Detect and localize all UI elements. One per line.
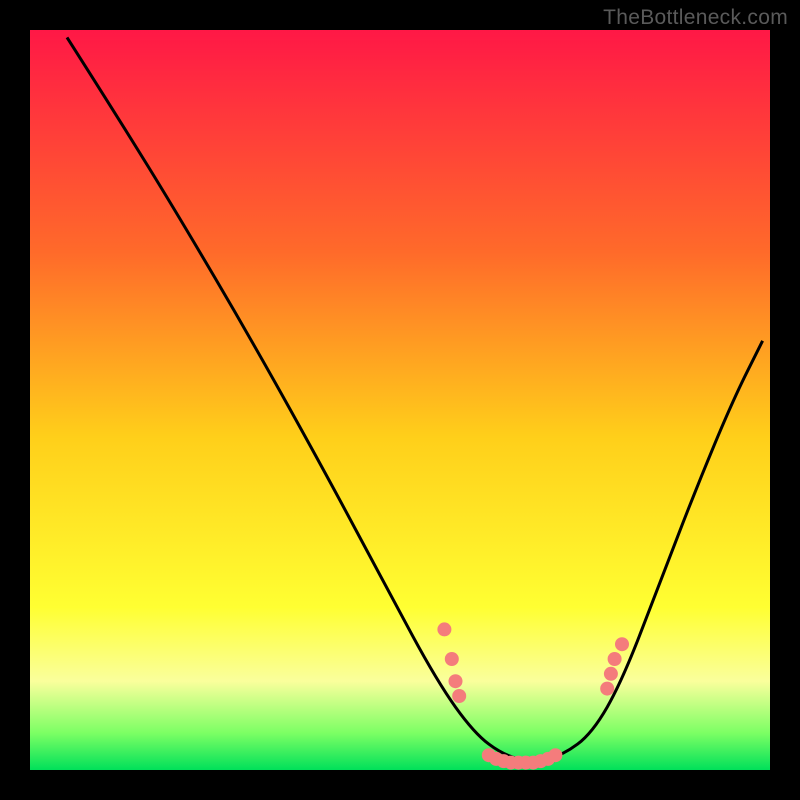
data-point [449,674,463,688]
data-point [604,667,618,681]
chart-svg [30,30,770,770]
data-point [600,682,614,696]
bottleneck-chart [30,30,770,770]
data-point [437,622,451,636]
data-point [608,652,622,666]
watermark-text: TheBottleneck.com [603,6,788,30]
data-point [445,652,459,666]
data-point [548,748,562,762]
gradient-background [30,30,770,770]
data-point [452,689,466,703]
data-point [615,637,629,651]
